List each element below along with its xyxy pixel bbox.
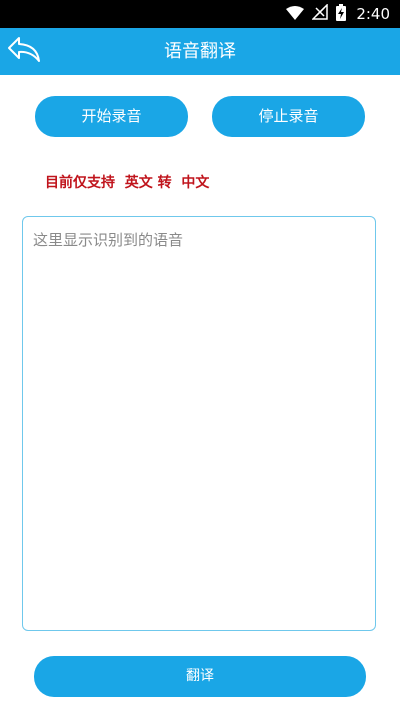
signal-icon — [311, 3, 329, 24]
translate-button[interactable]: 翻译 — [34, 656, 366, 697]
language-support-notice: 目前仅支持 英文 转 中文 — [45, 175, 210, 191]
title-bar: 语音翻译 — [0, 28, 400, 75]
recognized-speech-field[interactable] — [22, 216, 376, 631]
wifi-icon — [286, 5, 305, 24]
start-recording-button[interactable]: 开始录音 — [35, 96, 188, 137]
status-icons: 2:40 — [286, 0, 390, 28]
stop-recording-button[interactable]: 停止录音 — [212, 96, 365, 137]
page-title: 语音翻译 — [164, 41, 236, 62]
status-bar: 2:40 — [0, 0, 400, 28]
battery-charging-icon — [336, 3, 347, 25]
status-time: 2:40 — [356, 5, 390, 23]
